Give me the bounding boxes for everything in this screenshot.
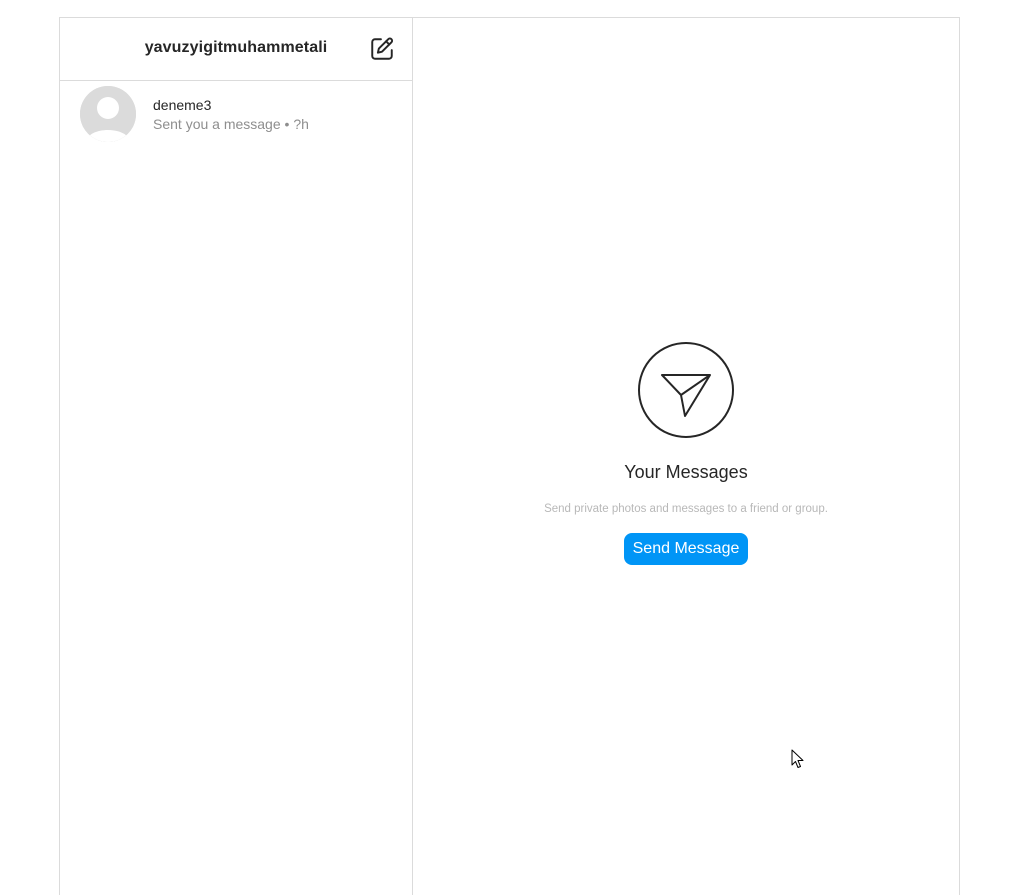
message-pane: Your Messages Send private photos and me… xyxy=(413,18,959,895)
paper-plane-icon xyxy=(638,342,734,438)
empty-state-subtitle: Send private photos and messages to a fr… xyxy=(544,503,828,515)
send-message-button[interactable]: Send Message xyxy=(623,533,749,565)
conversation-preview: Sent you a message • ?h xyxy=(153,116,309,132)
conversation-item[interactable]: deneme3 Sent you a message • ?h xyxy=(60,81,412,145)
messages-window: yavuzyigitmuhammetali deneme3 Sent you a… xyxy=(59,17,960,895)
empty-state-title: Your Messages xyxy=(624,462,748,482)
account-username[interactable]: yavuzyigitmuhammetali xyxy=(60,39,412,57)
conversation-name: deneme3 xyxy=(153,97,212,113)
sidebar-header: yavuzyigitmuhammetali xyxy=(60,18,412,81)
conversation-sidebar: yavuzyigitmuhammetali deneme3 Sent you a… xyxy=(60,18,413,895)
edit-icon xyxy=(371,37,393,60)
new-message-button[interactable] xyxy=(369,36,395,62)
mouse-cursor-icon xyxy=(791,749,804,768)
default-avatar-icon xyxy=(80,86,136,142)
empty-state: Your Messages Send private photos and me… xyxy=(413,342,959,565)
avatar xyxy=(80,86,136,142)
